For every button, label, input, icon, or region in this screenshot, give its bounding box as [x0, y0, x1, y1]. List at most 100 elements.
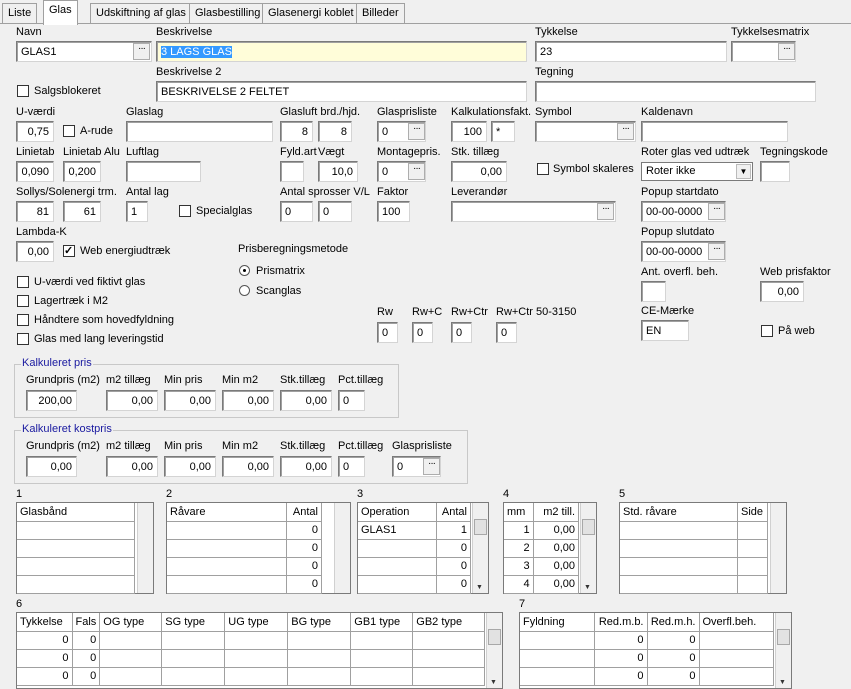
- kp-stktillaeg-field[interactable]: 0,00: [280, 390, 332, 411]
- scroll-down-icon[interactable]: ▼: [779, 679, 786, 686]
- tegningskode-field[interactable]: [760, 161, 790, 182]
- scroll-down-icon[interactable]: ▼: [476, 584, 483, 591]
- kaldenavn-field[interactable]: [641, 121, 788, 142]
- rwc-field[interactable]: 0: [412, 322, 433, 343]
- table-row[interactable]: 0: [167, 539, 322, 558]
- rwctr-field[interactable]: 0: [451, 322, 472, 343]
- navn-field[interactable]: GLAS1: [16, 41, 152, 62]
- kk-pcttillaeg-field[interactable]: 0: [338, 456, 365, 477]
- beskrivelse2-field[interactable]: BESKRIVELSE 2 FELTET: [156, 81, 527, 102]
- table-row[interactable]: 00: [520, 631, 774, 650]
- specialglas-checkbox[interactable]: [179, 205, 191, 217]
- std-raavare-grid[interactable]: Std. råvare Side: [619, 502, 787, 594]
- table-row[interactable]: 0: [358, 575, 471, 594]
- table-row[interactable]: 0: [167, 521, 322, 540]
- fyldart-field[interactable]: [280, 161, 304, 182]
- luftlag-field[interactable]: [126, 161, 201, 182]
- stktillaeg-field[interactable]: 0,00: [451, 161, 507, 182]
- kk-minpris-field[interactable]: 0,00: [164, 456, 216, 477]
- webenergi-checkbox[interactable]: [63, 244, 75, 257]
- table-row[interactable]: [620, 557, 768, 576]
- tab-glasenergi[interactable]: Glasenergi koblet: [262, 3, 360, 23]
- kk-grundpris-field[interactable]: 0,00: [26, 456, 77, 477]
- montagepris-lookup-button[interactable]: ···: [408, 163, 425, 180]
- uvaerdi-field[interactable]: 0,75: [16, 121, 54, 142]
- table-row[interactable]: [620, 539, 768, 558]
- table-row[interactable]: 0: [358, 557, 471, 576]
- tab-liste[interactable]: Liste: [2, 3, 38, 23]
- scrollbar-thumb[interactable]: [777, 629, 790, 645]
- table-row[interactable]: 2 0,00: [504, 539, 580, 558]
- scroll-down-icon[interactable]: ▼: [490, 679, 497, 686]
- table-row[interactable]: 3 0,00: [504, 557, 580, 576]
- glasluft-bredde-field[interactable]: 8: [280, 121, 313, 142]
- scrollbar[interactable]: [770, 503, 786, 593]
- kp-grundpris-field[interactable]: 200,00: [26, 390, 77, 411]
- kp-minpris-field[interactable]: 0,00: [164, 390, 216, 411]
- cemaerke-field[interactable]: EN: [641, 320, 689, 341]
- tab-billeder[interactable]: Billeder: [356, 3, 405, 23]
- scrollbar[interactable]: ▼: [486, 613, 502, 688]
- kp-minm2-field[interactable]: 0,00: [222, 390, 274, 411]
- rw-field[interactable]: 0: [377, 322, 398, 343]
- solenergi-field[interactable]: 61: [63, 201, 101, 222]
- glasbaand-grid[interactable]: Glasbånd: [16, 502, 154, 594]
- paaweb-checkbox[interactable]: [761, 325, 773, 337]
- kalkfakt-field[interactable]: 100: [451, 121, 487, 142]
- beskrivelse-field[interactable]: 3 LAGS GLAS: [156, 41, 527, 62]
- scrollbar[interactable]: ▼: [472, 503, 488, 593]
- webprisfaktor-field[interactable]: 0,00: [760, 281, 804, 302]
- vaegt-field[interactable]: 10,0: [318, 161, 358, 182]
- symbol-lookup-button[interactable]: ···: [617, 123, 634, 140]
- leverandor-field[interactable]: [451, 201, 616, 222]
- tab-glasbestilling[interactable]: Glasbestilling: [189, 3, 267, 23]
- faktor-field[interactable]: 100: [377, 201, 410, 222]
- kk-m2tillaeg-field[interactable]: 0,00: [106, 456, 158, 477]
- tab-glas[interactable]: Glas: [43, 0, 78, 25]
- lagertraek-checkbox[interactable]: [17, 295, 29, 307]
- table-row[interactable]: [17, 557, 135, 576]
- table-row[interactable]: 0: [167, 575, 322, 594]
- scrollbar-thumb[interactable]: [474, 519, 487, 535]
- table-row[interactable]: 4 0,00: [504, 575, 580, 594]
- table-row[interactable]: [17, 539, 135, 558]
- hovedfyldning-checkbox[interactable]: [17, 314, 29, 326]
- raavare-grid[interactable]: Råvare Antal 0 0 0 0: [166, 502, 351, 594]
- table-row[interactable]: 1 0,00: [504, 521, 580, 540]
- table-row[interactable]: [620, 575, 768, 594]
- table-row[interactable]: 0: [358, 539, 471, 558]
- scrollbar[interactable]: ▼: [775, 613, 791, 688]
- kp-pcttillaeg-field[interactable]: 0: [338, 390, 365, 411]
- sollys-field[interactable]: 81: [16, 201, 54, 222]
- popupstart-calendar-button[interactable]: ···: [708, 203, 725, 220]
- antallag-field[interactable]: 1: [126, 201, 148, 222]
- table-row[interactable]: 00: [520, 649, 774, 668]
- fyldning-grid[interactable]: Fyldning Red.m.b. Red.m.h. Overfl.beh. 0…: [519, 612, 792, 689]
- tykkelsesmatrix-lookup-button[interactable]: ···: [778, 43, 795, 60]
- symbolskaleres-checkbox[interactable]: [537, 163, 549, 175]
- navn-lookup-button[interactable]: ···: [133, 43, 150, 60]
- glasluft-hojde-field[interactable]: 8: [318, 121, 352, 142]
- roterglas-select[interactable]: Roter ikke ▼: [641, 162, 753, 181]
- glasprisliste-lookup-button[interactable]: ···: [408, 123, 425, 140]
- tab-udskiftning[interactable]: Udskiftning af glas: [90, 3, 192, 23]
- mm-grid[interactable]: mm m2 till. 1 0,00 2 0,00 3 0,00 4 0,00 ▼: [503, 502, 597, 594]
- tykkelse-grid[interactable]: Tykkelse Fals OG type SG type UG type BG…: [16, 612, 503, 689]
- kalkfakt-operator-field[interactable]: *: [491, 121, 515, 142]
- table-row[interactable]: 00: [520, 667, 774, 686]
- table-row[interactable]: 0: [167, 557, 322, 576]
- linietabalu-field[interactable]: 0,200: [63, 161, 101, 182]
- scrollbar[interactable]: ▼: [580, 503, 596, 593]
- antoverfl-field[interactable]: [641, 281, 666, 302]
- kk-minm2-field[interactable]: 0,00: [222, 456, 274, 477]
- sprosser-l-field[interactable]: 0: [318, 201, 352, 222]
- lambdak-field[interactable]: 0,00: [16, 241, 54, 262]
- linietab-field[interactable]: 0,090: [16, 161, 54, 182]
- table-row[interactable]: 00: [17, 667, 485, 686]
- operation-grid[interactable]: Operation Antal GLAS1 1 0 0 0 ▼: [357, 502, 489, 594]
- table-row[interactable]: 00: [17, 631, 485, 650]
- table-row[interactable]: GLAS1 1: [358, 521, 471, 540]
- tykkelse-field[interactable]: 23: [535, 41, 727, 62]
- langlevering-checkbox[interactable]: [17, 333, 29, 345]
- kp-m2tillaeg-field[interactable]: 0,00: [106, 390, 158, 411]
